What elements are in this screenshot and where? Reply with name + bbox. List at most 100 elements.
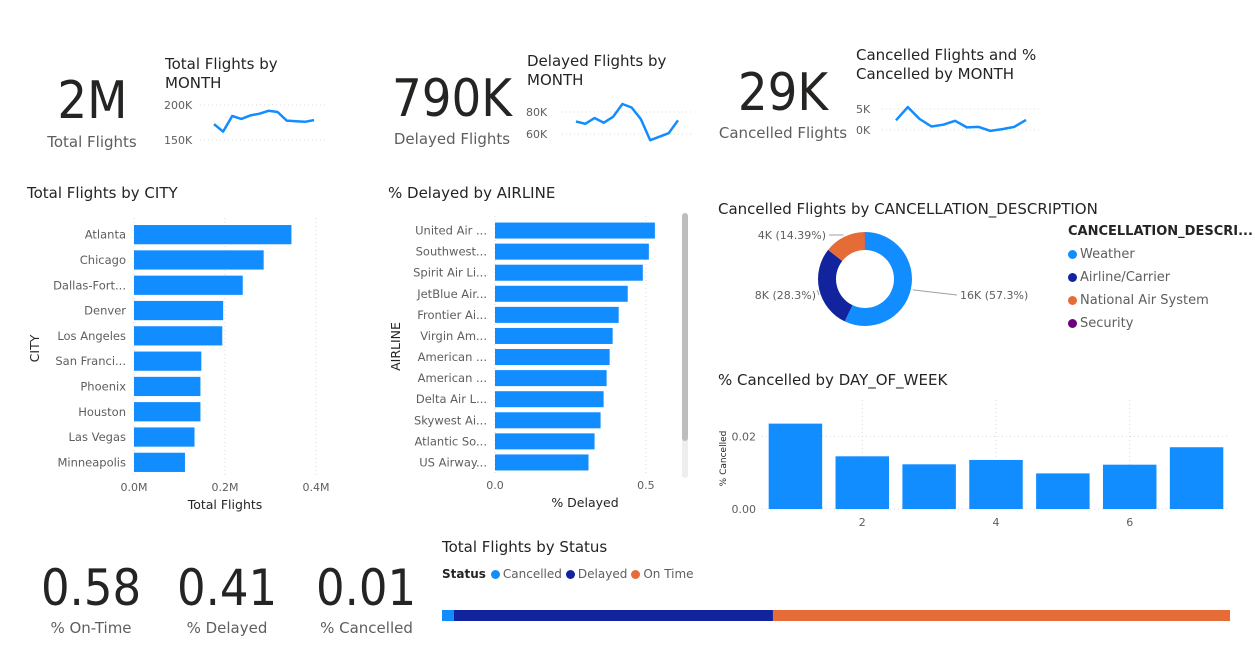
y-category-label: Skywest Ai...	[414, 413, 487, 427]
x-tick-label: 0.4M	[303, 481, 330, 494]
cancellation-legend: CANCELLATION_DESCRI... Weather Airline/C…	[1068, 224, 1253, 331]
y-axis-label: % Cancelled	[719, 431, 729, 487]
y-category-label: JetBlue Air...	[416, 287, 487, 301]
status-dot-cancelled	[490, 569, 500, 579]
y-tick-label: 80K	[526, 106, 548, 119]
y-category-label: Dallas-Fort...	[53, 278, 126, 292]
kpi-cancelled-flights-label: Cancelled Flights	[718, 124, 848, 142]
chart-title-cancellation-description: Cancelled Flights by CANCELLATION_DESCRI…	[718, 200, 1098, 218]
bar	[134, 225, 292, 245]
scrollbar-thumb	[682, 213, 688, 441]
legend-dot-security	[1068, 319, 1077, 328]
stacked-segment	[453, 610, 773, 621]
chart-title-cancelled-by-month: Cancelled Flights and % Cancelled by MON…	[856, 46, 1037, 83]
y-category-label: Frontier Ai...	[417, 308, 487, 322]
legend-item-airline-carrier[interactable]: Airline/Carrier	[1068, 270, 1248, 285]
city-bar-chart: 0.0M 0.2M 0.4M Atlanta Chicago Dallas-Fort...…	[27, 218, 330, 512]
y-category-label: Denver	[84, 304, 126, 318]
chart-title-status: Total Flights by Status	[442, 538, 608, 556]
legend-item-security[interactable]: Security	[1068, 316, 1248, 331]
y-category-label: American ...	[418, 371, 487, 385]
stacked-segment	[442, 610, 454, 621]
x-tick-label: 0.0	[486, 479, 504, 492]
bar	[969, 459, 1023, 509]
status-label-delayed: Delayed	[577, 567, 628, 581]
bar	[134, 326, 223, 346]
x-tick-label: 0.5	[637, 479, 655, 492]
chart-title-total-by-month: Total Flights by MONTH	[165, 55, 278, 92]
kpi-delayed-flights-label: Delayed Flights	[393, 130, 511, 148]
chart-title-delayed-by-month: Delayed Flights by MONTH	[527, 52, 667, 89]
y-category-label: Southwest...	[416, 245, 487, 259]
kpi-delayed-pct-label: % Delayed	[186, 619, 268, 637]
legend-dot-airline-carrier	[1068, 273, 1077, 282]
y-category-label: Chicago	[80, 253, 126, 267]
chart-title-city: Total Flights by CITY	[27, 184, 178, 202]
bar	[134, 250, 264, 270]
kpi-delayed-flights-value: 790K	[392, 69, 512, 129]
status-legend-item-cancelled[interactable]: Cancelled	[490, 567, 562, 581]
bar	[134, 275, 243, 295]
kpi-cancelled-pct-value: 0.01	[316, 559, 417, 617]
bar	[134, 300, 224, 321]
y-category-label: Houston	[78, 405, 126, 419]
bar	[495, 349, 610, 366]
y-category-label: Spirit Air Li...	[413, 266, 487, 280]
bar	[495, 370, 607, 387]
bar	[495, 391, 604, 408]
chart-title-airline: % Delayed by AIRLINE	[388, 184, 556, 202]
bar	[134, 402, 201, 422]
x-tick-label: 0.0M	[121, 481, 148, 494]
y-tick-label: 150K	[164, 134, 193, 147]
bar	[495, 243, 649, 260]
bar	[495, 306, 619, 323]
leader-line	[912, 289, 958, 296]
kpi-total-flights-label: Total Flights	[47, 133, 137, 151]
bar	[134, 351, 202, 371]
bar	[1036, 473, 1090, 509]
total-flights-month-chart: 200K 150K	[164, 99, 328, 147]
y-axis-label: AIRLINE	[388, 322, 403, 371]
y-category-label: Las Vegas	[69, 430, 127, 444]
y-category-label: United Air ...	[415, 224, 487, 238]
cancellation-donut-chart: 16K (57.3%) 8K (28.3%) 4K (14.39%)	[755, 229, 1028, 326]
data-label: 16K (57.3%)	[960, 289, 1028, 302]
bar	[495, 222, 655, 239]
legend-dot-weather	[1068, 250, 1077, 259]
status-dot-on-time	[631, 569, 641, 579]
y-tick-label: 5K	[856, 103, 871, 116]
status-label-on-time: On Time	[643, 567, 694, 581]
x-tick-label: 6	[1126, 516, 1133, 529]
status-stacked-bar	[442, 610, 1230, 621]
legend-dot-national-air-system	[1068, 296, 1077, 305]
y-category-label: San Franci...	[55, 354, 126, 368]
bar	[768, 423, 823, 509]
status-legend-title: Status	[442, 567, 486, 581]
y-tick-label: 0.02	[732, 430, 757, 443]
y-category-label: Delta Air L...	[416, 392, 487, 406]
data-label: 4K (14.39%)	[758, 229, 826, 242]
y-category-label: Los Angeles	[57, 329, 126, 343]
legend-title: CANCELLATION_DESCRI...	[1068, 224, 1253, 239]
x-axis-label: % Delayed	[551, 495, 618, 510]
bar	[835, 456, 890, 509]
delayed-flights-month-chart: 80K 60K	[526, 102, 692, 142]
status-legend-item-on-time[interactable]: On Time	[631, 567, 694, 581]
legend-item-weather[interactable]: Weather	[1068, 247, 1248, 262]
status-legend-item-delayed[interactable]: Delayed	[565, 567, 628, 581]
x-tick-label: 0.2M	[212, 481, 239, 494]
chart-title-day-of-week: % Cancelled by DAY_OF_WEEK	[718, 371, 948, 389]
x-tick-label: 2	[859, 516, 866, 529]
kpi-delayed-pct-value: 0.41	[177, 559, 278, 617]
stacked-segment	[772, 610, 1230, 621]
legend-item-national-air-system[interactable]: National Air System	[1068, 293, 1248, 308]
bar	[495, 327, 613, 344]
series-line	[895, 105, 1027, 133]
status-dot-delayed	[565, 569, 575, 579]
kpi-on-time-pct-label: % On-Time	[50, 619, 132, 637]
bar	[495, 454, 589, 471]
bar	[1169, 447, 1224, 509]
y-axis-label: CITY	[27, 334, 42, 362]
y-category-label: Phoenix	[80, 379, 126, 393]
y-tick-label: 0.00	[732, 503, 757, 516]
